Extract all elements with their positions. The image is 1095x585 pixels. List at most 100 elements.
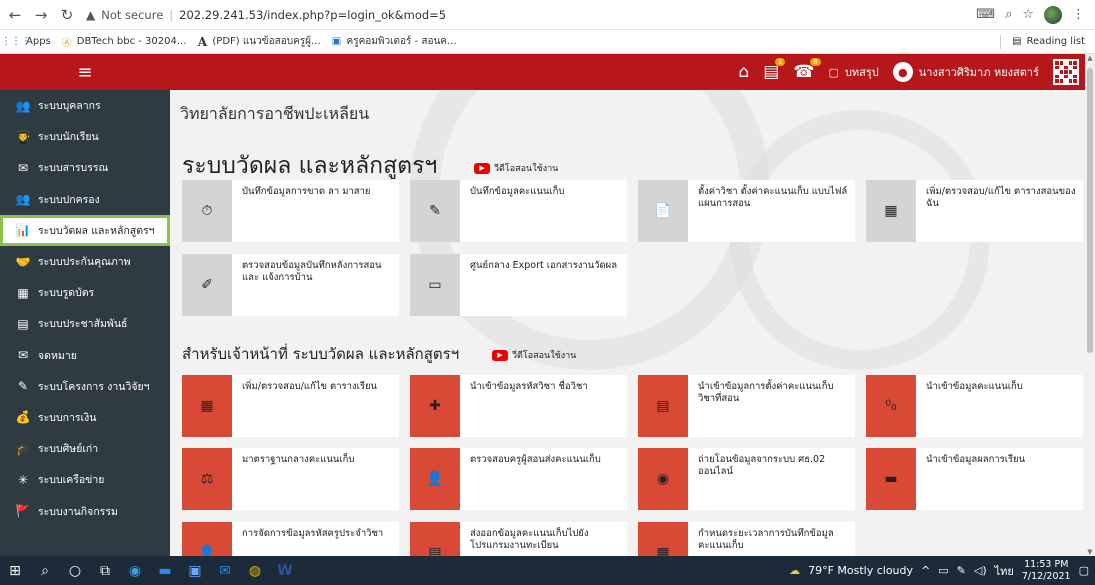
card-icon-box: ✎ <box>410 180 460 242</box>
sidebar-item[interactable]: ✉ จดหมาย <box>0 340 170 371</box>
bookmark-pdf[interactable]: A (PDF) แนวข้อสอบครูผู้... <box>196 34 321 49</box>
chat-icon[interactable]: ☎ 8 <box>793 58 821 82</box>
sidebar-item[interactable]: ▦ ระบบรูดบัตร <box>0 277 170 308</box>
kebab-menu-icon[interactable]: ⋮ <box>1072 7 1085 22</box>
profile-avatar[interactable] <box>1044 5 1062 24</box>
card-label: นำเข้าข้อมูลคะแนนเก็บ <box>926 381 1023 392</box>
user-menu[interactable]: ● นางสาวศิริมาภ หยงสตาร์ <box>892 62 1039 82</box>
scroll-down-icon[interactable]: ▼ <box>1085 548 1095 556</box>
sidebar-item[interactable]: 💰 ระบบการเงิน <box>0 402 170 433</box>
pen-icon[interactable]: ✎ <box>957 564 966 577</box>
tray-chevron-icon[interactable]: ^ <box>921 564 930 577</box>
sidebar-item[interactable]: ✉ ระบบสารบรรณ <box>0 152 170 183</box>
word-icon[interactable]: W <box>270 556 300 585</box>
sidebar-item[interactable]: 🎓 ระบบศิษย์เก่า <box>0 433 170 464</box>
video-tutorial-link[interactable]: ▶ วีดีโอสอนใช้งาน <box>492 348 576 362</box>
bookmark-apps[interactable]: ⋮⋮⋮ Apps <box>1 36 51 48</box>
menu-card[interactable]: ▤ นำเข้าข้อมูลการตั้งค่าคะแนนเก็บวิชาที่ส… <box>638 375 855 437</box>
card-icon-box: 📄 <box>638 180 688 242</box>
volume-icon[interactable]: ◁) <box>974 564 987 577</box>
badge-count: 1 <box>774 58 786 66</box>
store-icon[interactable]: ▣ <box>180 556 210 585</box>
forward-icon[interactable]: → <box>30 4 52 26</box>
sidebar-item[interactable]: ✳ ระบบเครือข่าย <box>0 464 170 495</box>
qr-code-icon[interactable] <box>1053 59 1079 85</box>
video-tutorial-link[interactable]: ▶ วีดีโอสอนใช้งาน <box>474 161 558 175</box>
translate-icon[interactable]: ⌨ <box>976 7 995 22</box>
chrome-icon[interactable]: ◍ <box>240 556 270 585</box>
menu-card[interactable]: ⚖ มาตราฐานกลางคะแนนเก็บ <box>182 448 399 510</box>
card-label: ตรวจสอบครูผู้สอนส่งคะแนนเก็บ <box>470 454 601 465</box>
star-icon[interactable]: ☆ <box>1022 7 1034 22</box>
card-icon-box: ▦ <box>638 522 688 556</box>
letter-icon: ✉ <box>17 348 29 363</box>
cortana-icon[interactable]: ○ <box>60 556 90 585</box>
network-icon[interactable]: ▭ <box>938 564 948 577</box>
hamburger-menu-icon[interactable]: ≡ <box>0 62 170 83</box>
menu-card[interactable]: ▦ กำหนดระยะเวลาการบันทึกข้อมูลคะแนนเก็บ <box>638 522 855 556</box>
clock[interactable]: 11:53 PM 7/12/2021 <box>1022 559 1071 583</box>
sidebar-item[interactable]: 👥 ระบบบุคลากร <box>0 90 170 121</box>
export-score-icon: ▤ <box>428 545 442 556</box>
card-icon-box: ⏱ <box>182 180 232 242</box>
scale-icon: ⚖ <box>200 471 214 487</box>
notification-icon[interactable]: ▢ <box>1079 564 1089 577</box>
menu-card[interactable]: 👤 ตรวจสอบครูผู้สอนส่งคะแนนเก็บ <box>410 448 627 510</box>
menu-card[interactable]: ◉ ถ่ายโอนข้อมูลจากระบบ ศธ.02 ออนไลน์ <box>638 448 855 510</box>
card-icon-box: ▬ <box>866 448 916 510</box>
menu-card[interactable]: ⏱ บันทึกข้อมูลการขาด ลา มาสาย <box>182 180 399 242</box>
sidebar-item-label: ระบบงานกิจกรรม <box>38 505 118 518</box>
edit-score-icon: ✎ <box>429 203 441 219</box>
menu-card[interactable]: ✐ ตรวจสอบข้อมูลบันทึกหลังการสอน และ แจ้งก… <box>182 254 399 316</box>
menu-card[interactable]: ▭ ศูนย์กลาง Export เอกสารงานวัดผล <box>410 254 627 316</box>
edge-icon[interactable]: ◉ <box>120 556 150 585</box>
sidebar-item[interactable]: 🤝 ระบบประกันคุณภาพ <box>0 246 170 277</box>
summary-link[interactable]: ▢ บทสรุป <box>829 63 879 81</box>
export-doc-icon: ▭ <box>428 277 442 293</box>
language-indicator[interactable]: ไทย <box>995 562 1014 580</box>
bookmark-kru-com[interactable]: ▣ ครูคอมพิวเตอร์ - สอนค... <box>331 34 457 49</box>
clock-time: 11:53 PM <box>1024 558 1069 570</box>
scroll-up-icon[interactable]: ▲ <box>1085 54 1095 62</box>
bookmark-dbtech[interactable]: Ⓐ DBTech bbc - 30204... <box>61 36 187 49</box>
sidebar-item-label: ระบบสารบรรณ <box>38 162 109 175</box>
sidebar-item[interactable]: 📊 ระบบวัดผล และหลักสูตรฯ <box>0 214 170 246</box>
menu-card[interactable]: ✎ บันทึกข้อมูลคะแนนเก็บ <box>410 180 627 242</box>
card-label: ส่งออกข้อมูลคะแนนเก็บไปยังโปรแกรมงานทะเบ… <box>470 528 589 551</box>
url-field[interactable]: ▲ Not secure | 202.29.241.53/index.php?p… <box>86 4 976 26</box>
sidebar-item[interactable]: ✎ ระบบโครงการ งานวิจัยฯ <box>0 371 170 402</box>
menu-card[interactable]: ▬ นำเข้าข้อมูลผลการเรียน <box>866 448 1083 510</box>
menu-card[interactable]: ▤ ส่งออกข้อมูลคะแนนเก็บไปยังโปรแกรมงานทะเ… <box>410 522 627 556</box>
sidebar-item[interactable]: 🚩 ระบบงานกิจกรรม <box>0 495 170 526</box>
sidebar-item[interactable]: ▤ ระบบประชาสัมพันธ์ <box>0 308 170 339</box>
page-scrollbar[interactable]: ▲ ▼ <box>1085 54 1095 556</box>
home-icon[interactable]: ⌂ <box>738 62 749 82</box>
sidebar-item-label: ระบบนักเรียน <box>38 131 99 144</box>
money-icon: 💰 <box>15 410 31 425</box>
menu-card[interactable]: ⁰₀ นำเข้าข้อมูลคะแนนเก็บ <box>866 375 1083 437</box>
apps-grid-icon: ⋮⋮⋮ <box>1 36 31 47</box>
bookmark-label: ครูคอมพิวเตอร์ - สอนค... <box>346 36 457 47</box>
sidebar-item[interactable]: 👥 ระบบปกครอง <box>0 184 170 215</box>
mail-icon[interactable]: ✉ <box>210 556 240 585</box>
weather-text[interactable]: 79°F Mostly cloudy <box>808 564 913 577</box>
windows-start-icon[interactable]: ⊞ <box>0 556 30 585</box>
reading-list[interactable]: ▤ Reading list <box>1000 34 1085 49</box>
import-subject-icon: ✚ <box>429 398 441 414</box>
reload-icon[interactable]: ↻ <box>56 4 78 26</box>
sidebar-item[interactable]: 👨‍🎓 ระบบนักเรียน <box>0 121 170 152</box>
scroll-thumb[interactable] <box>1087 68 1093 353</box>
sidebar-item-label: จดหมาย <box>38 349 77 362</box>
menu-card[interactable]: 📄 ตั้งค่าวิชา ตั้งค่าคะแนนเก็บ แบบไฟล์แผน… <box>638 180 855 242</box>
notes-icon[interactable]: ▤ 1 <box>763 58 786 82</box>
task-view-icon[interactable]: ⧉ <box>90 556 120 585</box>
zoom-icon[interactable]: ⌕ <box>1005 7 1012 22</box>
menu-card[interactable]: 👤 การจัดการข้อมูลรหัสครูประจำวิชา <box>182 522 399 556</box>
menu-card[interactable]: ▦ เพิ่ม/ตรวจสอบ/แก้ไข ตารางเรียน <box>182 375 399 437</box>
search-icon[interactable]: ⌕ <box>30 556 60 585</box>
college-title: วิทยาลัยการอาชีพปะเหลียน <box>180 104 370 123</box>
back-icon[interactable]: ← <box>4 4 26 26</box>
menu-card[interactable]: ▦ เพิ่ม/ตรวจสอบ/แก้ไข ตารางสอนของฉัน <box>866 180 1083 242</box>
file-explorer-icon[interactable]: ▬ <box>150 556 180 585</box>
menu-card[interactable]: ✚ นำเข้าข้อมูลรหัสวิชา ชื่อวิชา <box>410 375 627 437</box>
